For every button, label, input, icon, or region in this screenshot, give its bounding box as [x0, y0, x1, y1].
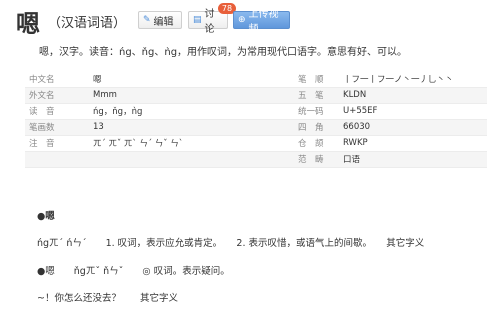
- info-value: 丨フ一丨フ一ノ丶一丿乚丶丶: [343, 71, 487, 88]
- summary-text: 嗯，汉字。读音：ńg、ňg、ǹg，用作叹词，为常用现代口语字。意思有好、可以。: [39, 47, 408, 58]
- entry-title: 嗯: [16, 10, 40, 38]
- entry-header: 嗯 （汉语词语） ✎ 编辑 ▤ 讨论 78 ⊕ 上传视频: [0, 0, 500, 40]
- definition-heading: ●嗯: [37, 211, 55, 222]
- entry-subtitle: （汉语词语）: [48, 16, 127, 31]
- info-value: 66030: [343, 119, 487, 136]
- info-row: 外文名 Mmm 五 笔 KLDN: [25, 87, 487, 104]
- info-value: Mmm: [93, 87, 253, 104]
- comment-icon: ▤: [193, 15, 202, 25]
- info-label: 范 畴: [298, 151, 343, 168]
- info-label: 笔画数: [25, 119, 93, 136]
- info-value: ㄫˊ ㄫˇ ㄫˋ ㄣˊ ㄣˇ ㄣˋ: [93, 135, 253, 152]
- info-label: [25, 151, 93, 168]
- info-label: 四 角: [298, 119, 343, 136]
- info-value: [93, 151, 253, 168]
- info-value[interactable]: 嗯: [93, 71, 253, 88]
- edit-button-label: 编辑: [153, 16, 174, 28]
- info-label: 统一码: [298, 103, 343, 120]
- info-row: 读 音 ńg，ňg，ǹg 统一码 U+55EF: [25, 103, 487, 120]
- info-label: 注 音: [25, 135, 93, 152]
- info-row: 中文名 嗯 笔 顺 丨フ一丨フ一ノ丶一丿乚丶丶: [25, 71, 487, 88]
- info-row: 笔画数 13 四 角 66030: [25, 119, 487, 136]
- edit-button[interactable]: ✎ 编辑: [138, 11, 182, 29]
- info-label: 读 音: [25, 103, 93, 120]
- basic-info-table: 中文名 嗯 笔 顺 丨フ一丨フ一ノ丶一丿乚丶丶 外文名 Mmm 五 笔 KLDN…: [25, 71, 487, 168]
- info-row: 范 畴 口语: [25, 151, 487, 168]
- info-label: 仓 颉: [298, 135, 343, 152]
- info-value: 口语: [343, 151, 487, 168]
- plus-circle-icon: ⊕: [238, 15, 246, 25]
- upload-button-label: 上传视频: [248, 9, 279, 35]
- info-value: ńg，ňg，ǹg: [93, 103, 253, 120]
- info-value: 13: [93, 119, 253, 136]
- info-label: 五 笔: [298, 87, 343, 104]
- info-label: 笔 顺: [298, 71, 343, 88]
- upload-video-button[interactable]: ⊕ 上传视频: [233, 9, 290, 35]
- info-label: 中文名: [25, 71, 93, 88]
- info-row: 注 音 ㄫˊ ㄫˇ ㄫˋ ㄣˊ ㄣˇ ㄣˋ 仓 颉 RWKP: [25, 135, 487, 152]
- example-line: ~！你怎么还没去？ 其它字义: [37, 293, 178, 304]
- info-value: U+55EF: [343, 103, 487, 120]
- definition-line: ●嗯 ňgㄫˇ ňㄣˇ ◎ 叹词。表示疑问。: [37, 266, 230, 277]
- info-value: RWKP: [343, 135, 487, 152]
- info-label: 外文名: [25, 87, 93, 104]
- definition-line: ńgㄫˊ ńㄣˊ 1. 叹词，表示应允或肯定。 2. 表示叹惜，或语气上的间歇。…: [37, 238, 425, 249]
- info-value: KLDN: [343, 87, 487, 104]
- pencil-icon: ✎: [143, 15, 151, 25]
